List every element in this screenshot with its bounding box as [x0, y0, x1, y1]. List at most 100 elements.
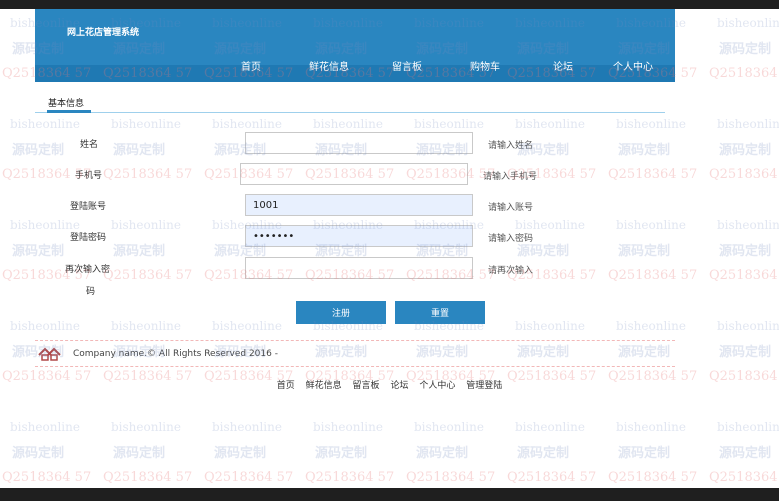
- house-logo-icon: [38, 347, 61, 361]
- footer-link-messages[interactable]: 留言板: [353, 381, 380, 391]
- watermark-text: bisheonline: [717, 420, 779, 434]
- watermark-text: bisheonline: [717, 16, 779, 30]
- watermark-text: Q2518364 57: [103, 470, 193, 485]
- phone-hint: 请输入手机号: [483, 172, 538, 182]
- phone-input[interactable]: [240, 163, 468, 185]
- footer-link-forum[interactable]: 论坛: [390, 381, 408, 391]
- watermark-text: bisheonline: [414, 420, 484, 434]
- watermark-text: bisheonline: [111, 319, 181, 333]
- name-input[interactable]: [245, 132, 473, 154]
- page: 网上花店管理系统 首页 鲜花信息 留言板 购物车 论坛 个人中心 基本信息 姓名…: [0, 0, 779, 501]
- watermark-text: bisheonline: [515, 117, 585, 131]
- watermark-text: 源码定制: [719, 446, 772, 461]
- watermark-text: bisheonline: [717, 319, 779, 333]
- account-input[interactable]: [245, 194, 473, 216]
- password-hint: 请输入密码: [488, 234, 534, 244]
- watermark-text: bisheonline: [212, 117, 282, 131]
- watermark-text: 源码定制: [618, 143, 671, 158]
- confirm-password-hint: 请再次输入: [488, 266, 534, 276]
- watermark-text: bisheonline: [616, 319, 686, 333]
- account-label: 登陆账号: [70, 202, 107, 212]
- footer-link-home[interactable]: 首页: [277, 381, 295, 391]
- watermark-text: bisheonline: [616, 117, 686, 131]
- confirm-password-label: 再次输入密: [65, 265, 111, 275]
- watermark-row: bisheonline bisheonline bisheonline bisheon…: [10, 117, 779, 131]
- watermark-text: 源码定制: [113, 446, 166, 461]
- footer-link-profile[interactable]: 个人中心: [419, 381, 455, 391]
- watermark-text: 源码定制: [315, 446, 368, 461]
- watermark-text: bisheonline: [515, 218, 585, 232]
- watermark-text: bisheonline: [111, 420, 181, 434]
- confirm-password-label-wrap: 码: [86, 287, 96, 297]
- watermark-text: Q2518364 57: [608, 470, 698, 485]
- watermark-text: 源码定制: [719, 42, 772, 57]
- copyright-text: Company name.© All Rights Reserved 2016 …: [73, 349, 278, 359]
- watermark-text: Q2518364 57: [103, 268, 193, 283]
- watermark-text: 源码定制: [416, 446, 469, 461]
- watermark-text: Q2518364 57: [608, 268, 698, 283]
- password-input[interactable]: [245, 225, 473, 247]
- watermark-text: 源码定制: [12, 446, 65, 461]
- watermark-text: 源码定制: [618, 446, 671, 461]
- nav-home[interactable]: 首页: [241, 58, 261, 73]
- watermark-text: bisheonline: [616, 218, 686, 232]
- watermark-text: bisheonline: [717, 117, 779, 131]
- watermark-text: Q2518364 57: [709, 167, 779, 182]
- watermark-text: bisheonline: [616, 420, 686, 434]
- site-header: 网上花店管理系统: [35, 9, 675, 82]
- watermark-text: bisheonline: [717, 218, 779, 232]
- register-button[interactable]: 注册: [296, 301, 386, 324]
- watermark-text: bisheonline: [515, 420, 585, 434]
- watermark-row: bisheonline bisheonline bisheonline bisheon…: [10, 420, 779, 434]
- name-hint: 请输入姓名: [488, 141, 534, 151]
- watermark-text: Q2518364 57: [507, 470, 597, 485]
- watermark-text: 源码定制: [719, 244, 772, 259]
- watermark-text: bisheonline: [414, 117, 484, 131]
- browser-bottom-strip: [0, 488, 779, 501]
- watermark-text: bisheonline: [10, 319, 80, 333]
- site-brand: 网上花店管理系统: [67, 28, 140, 38]
- footer-link-admin-login[interactable]: 管理登陆: [466, 381, 502, 391]
- nav-forum[interactable]: 论坛: [553, 58, 573, 73]
- watermark-text: 源码定制: [618, 244, 671, 259]
- watermark-text: 源码定制: [517, 446, 570, 461]
- watermark-text: 源码定制: [719, 143, 772, 158]
- watermark-text: bisheonline: [111, 117, 181, 131]
- nav-profile[interactable]: 个人中心: [613, 58, 653, 73]
- watermark-text: Q2518364 57: [305, 470, 395, 485]
- watermark-text: Q2518364 57: [103, 167, 193, 182]
- footer-link-flowers[interactable]: 鲜花信息: [306, 381, 342, 391]
- phone-label: 手机号: [75, 171, 103, 181]
- name-label: 姓名: [80, 140, 99, 150]
- nav-cart[interactable]: 购物车: [470, 58, 500, 73]
- footer-copyright-bar: Company name.© All Rights Reserved 2016 …: [35, 340, 675, 367]
- watermark-text: 源码定制: [113, 244, 166, 259]
- watermark-text: Q2518364 57: [2, 470, 92, 485]
- watermark-row: 源码定制 源码定制 源码定制 源码定制 源码定制 源码定制 源码定制 源码定制: [12, 442, 779, 461]
- watermark-text: 源码定制: [214, 446, 267, 461]
- confirm-password-input[interactable]: [245, 257, 473, 279]
- account-hint: 请输入账号: [488, 203, 534, 213]
- watermark-text: Q2518364 57: [709, 66, 779, 81]
- watermark-text: Q2518364 57: [608, 167, 698, 182]
- nav-flowers[interactable]: 鲜花信息: [309, 58, 349, 73]
- watermark-text: 源码定制: [113, 143, 166, 158]
- watermark-text: 源码定制: [719, 345, 772, 360]
- watermark-text: Q2518364 57: [709, 470, 779, 485]
- watermark-text: bisheonline: [313, 420, 383, 434]
- watermark-text: Q2518364 57: [709, 268, 779, 283]
- watermark-row: Q2518364 57 Q2518364 57 Q2518364 57 Q251836…: [2, 470, 779, 485]
- tab-active-indicator: [47, 110, 91, 113]
- watermark-text: bisheonline: [111, 218, 181, 232]
- footer-links: 首页 鲜花信息 留言板 论坛 个人中心 管理登陆: [0, 378, 779, 391]
- browser-top-strip: [0, 0, 779, 9]
- watermark-text: bisheonline: [10, 420, 80, 434]
- reset-button[interactable]: 重置: [395, 301, 485, 324]
- watermark-text: bisheonline: [515, 319, 585, 333]
- nav-messages[interactable]: 留言板: [392, 58, 422, 73]
- watermark-text: Q2518364 57: [204, 470, 294, 485]
- watermark-text: bisheonline: [313, 117, 383, 131]
- watermark-text: bisheonline: [10, 117, 80, 131]
- tab-basic-info[interactable]: 基本信息: [48, 96, 84, 109]
- watermark-text: Q2518364 57: [406, 470, 496, 485]
